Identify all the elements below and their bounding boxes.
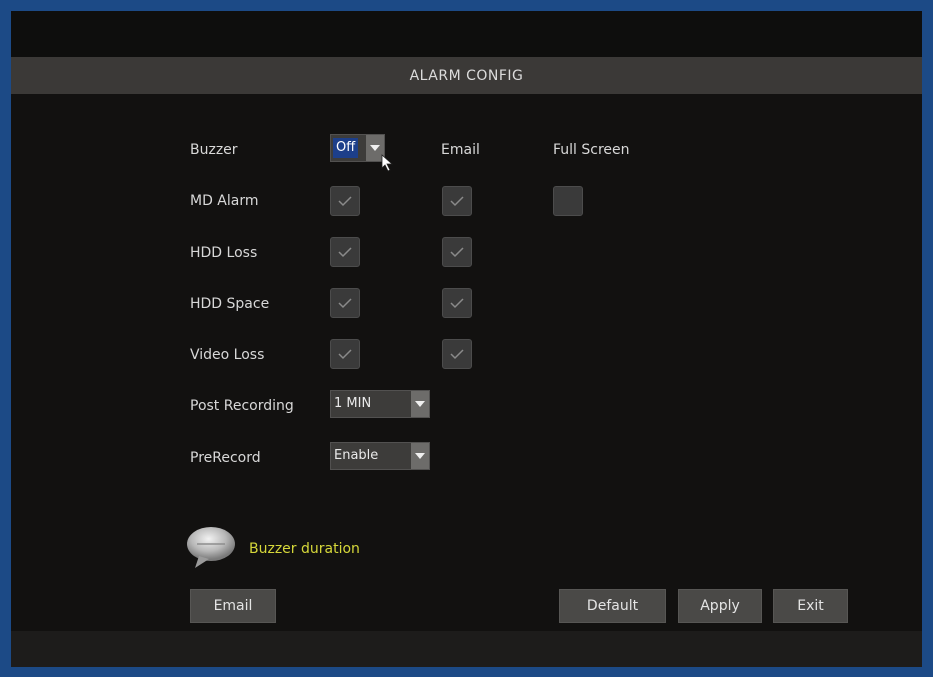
buzzer-select-value: Off [333,138,359,158]
md-alarm-full-screen-checkbox[interactable] [553,186,583,216]
hdd-space-buzzer-checkbox[interactable] [330,288,360,318]
email-button-label: Email [213,598,253,614]
apply-button-label: Apply [700,598,740,614]
check-icon [450,298,464,309]
buzzer-label: Buzzer [190,142,238,158]
exit-button-label: Exit [797,598,824,614]
apply-button[interactable]: Apply [678,589,762,623]
check-icon [338,196,352,207]
check-icon [450,196,464,207]
speech-bubble-icon [187,527,235,568]
check-icon [450,349,464,360]
page-title: ALARM CONFIG [409,67,524,84]
check-icon [450,247,464,258]
prerecord-label: PreRecord [190,450,261,466]
md-alarm-email-checkbox[interactable] [442,186,472,216]
chevron-down-icon [411,443,429,469]
mouse-cursor-icon [381,154,394,172]
check-icon [338,247,352,258]
prerecord-value: Enable [334,448,379,463]
top-band [11,11,922,57]
prerecord-select[interactable]: Enable [330,442,430,470]
default-button-label: Default [586,598,639,614]
alarm-config-window: ALARM CONFIG Buzzer Off Email Full Scree… [11,11,922,667]
row-label-md-alarm: MD Alarm [190,193,259,209]
md-alarm-buzzer-checkbox[interactable] [330,186,360,216]
title-bar: ALARM CONFIG [11,57,922,94]
check-icon [338,349,352,360]
full-screen-column-label: Full Screen [553,142,630,158]
email-column-label: Email [441,142,480,158]
outer-frame: ALARM CONFIG Buzzer Off Email Full Scree… [0,0,933,677]
row-label-hdd-loss: HDD Loss [190,245,258,261]
video-loss-email-checkbox[interactable] [442,339,472,369]
hdd-loss-buzzer-checkbox[interactable] [330,237,360,267]
email-button[interactable]: Email [190,589,276,623]
post-recording-select[interactable]: 1 MIN [330,390,430,418]
post-recording-value: 1 MIN [334,396,372,411]
hdd-loss-email-checkbox[interactable] [442,237,472,267]
exit-button[interactable]: Exit [773,589,848,623]
row-label-video-loss: Video Loss [190,347,265,363]
chevron-down-icon [411,391,429,417]
buzzer-select[interactable]: Off [330,134,385,162]
check-icon [338,298,352,309]
default-button[interactable]: Default [559,589,666,623]
bottom-band [11,631,922,667]
video-loss-buzzer-checkbox[interactable] [330,339,360,369]
hdd-space-email-checkbox[interactable] [442,288,472,318]
hint-text: Buzzer duration [249,541,360,557]
row-label-hdd-space: HDD Space [190,296,270,312]
post-recording-label: Post Recording [190,398,294,414]
